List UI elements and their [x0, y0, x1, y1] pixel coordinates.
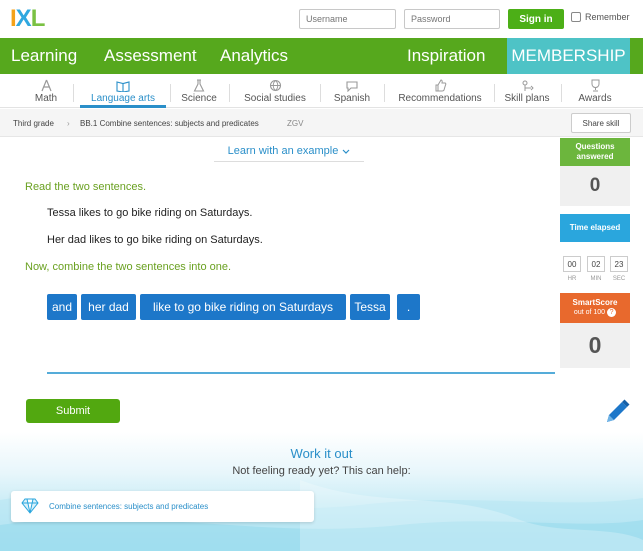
remember-label: Remember: [585, 12, 630, 22]
sentence-two: Her dad likes to go bike riding on Satur…: [47, 234, 263, 246]
time-seconds-unit: SEC: [612, 276, 626, 282]
globe-icon: [268, 79, 282, 92]
divider: [494, 84, 495, 102]
nav-analytics[interactable]: Analytics: [220, 38, 288, 74]
sign-in-button[interactable]: Sign in: [508, 9, 564, 29]
divider: [384, 84, 385, 102]
learn-with-example-toggle[interactable]: Learn with an example: [214, 140, 364, 162]
top-bar: IXL Sign in Remember: [0, 0, 643, 38]
pencil-icon[interactable]: [602, 397, 632, 427]
breadcrumb-grade[interactable]: Third grade: [13, 119, 54, 128]
nav-assessment[interactable]: Assessment: [104, 38, 197, 74]
word-tile[interactable]: .: [397, 294, 420, 320]
subject-nav: Math Language arts Science Social studie…: [0, 74, 643, 108]
time-hours-unit: HR: [567, 276, 577, 282]
word-tile[interactable]: her dad: [81, 294, 136, 320]
subject-recommendations[interactable]: Recommendations: [393, 74, 487, 108]
compass-icon: [39, 79, 53, 92]
work-it-out-title: Work it out: [290, 446, 353, 461]
divider: [170, 84, 171, 102]
share-skill-button[interactable]: Share skill: [571, 113, 631, 133]
questions-answered-panel: Questions answered 0: [560, 138, 630, 206]
checkbox-icon[interactable]: [571, 12, 581, 22]
smartscore-sub: out of 100?: [574, 308, 617, 318]
help-icon[interactable]: ?: [607, 308, 617, 317]
lesson-card[interactable]: Combine sentences: subjects and predicat…: [11, 491, 314, 522]
answer-drop-zone[interactable]: [47, 372, 555, 374]
remember-checkbox[interactable]: Remember: [571, 12, 630, 22]
subject-science[interactable]: Science: [177, 74, 221, 108]
time-minutes: 02: [587, 256, 605, 272]
breadcrumb-skill: BB.1 Combine sentences: subjects and pre…: [80, 119, 259, 128]
subject-skill-plans[interactable]: Skill plans: [500, 74, 554, 108]
nav-inspiration[interactable]: Inspiration: [407, 38, 485, 74]
smartscore-label: SmartScore: [572, 298, 618, 307]
divider: [320, 84, 321, 102]
work-it-out-subtitle: Not feeling ready yet? This can help:: [232, 465, 411, 477]
word-tile[interactable]: like to go bike riding on Saturdays: [140, 294, 346, 320]
subject-awards[interactable]: Awards: [576, 74, 614, 108]
questions-answered-label: Questions answered: [560, 138, 630, 166]
main-nav: Learning Assessment Analytics Inspiratio…: [0, 38, 643, 74]
ixl-logo[interactable]: IXL: [10, 7, 45, 31]
time-hours: 00: [563, 256, 581, 272]
nav-membership[interactable]: MEMBERSHIP: [507, 38, 630, 74]
speech-icon: [345, 79, 359, 92]
word-tile[interactable]: Tessa: [350, 294, 390, 320]
flask-icon: [192, 79, 206, 92]
divider: [73, 84, 74, 102]
smartscore-header[interactable]: SmartScore out of 100?: [560, 293, 630, 323]
chevron-right-icon: ›: [67, 119, 70, 128]
chevron-down-icon: [342, 145, 350, 157]
subject-spanish[interactable]: Spanish: [329, 74, 375, 108]
active-tab-indicator: [80, 105, 166, 108]
subject-language-arts[interactable]: Language arts: [84, 74, 162, 108]
nav-learning[interactable]: Learning: [11, 38, 77, 74]
instruction-combine: Now, combine the two sentences into one.: [25, 261, 232, 273]
word-tile[interactable]: and: [47, 294, 77, 320]
instruction-read: Read the two sentences.: [25, 181, 147, 193]
time-elapsed-label: Time elapsed: [560, 214, 630, 242]
time-elapsed-panel: Time elapsed: [560, 214, 630, 242]
time-seconds: 23: [610, 256, 628, 272]
smartscore-panel: SmartScore out of 100? 0: [560, 293, 630, 368]
learn-example-label: Learn with an example: [227, 144, 339, 157]
divider: [561, 84, 562, 102]
subject-social-studies[interactable]: Social studies: [238, 74, 312, 108]
thumbs-up-icon: [433, 79, 447, 92]
breadcrumb: Third grade › BB.1 Combine sentences: su…: [0, 109, 643, 137]
diamond-icon: [21, 498, 39, 514]
smartscore-value: 0: [560, 323, 630, 368]
book-icon: [116, 79, 130, 92]
skill-code: ZGV: [287, 119, 304, 128]
password-field[interactable]: [404, 9, 500, 29]
trophy-icon: [588, 79, 602, 92]
subject-math[interactable]: Math: [28, 74, 64, 108]
sentence-one: Tessa likes to go bike riding on Saturda…: [47, 207, 253, 219]
divider: [229, 84, 230, 102]
time-minutes-unit: MIN: [590, 276, 602, 282]
submit-button[interactable]: Submit: [26, 399, 120, 423]
plan-icon: [520, 79, 534, 92]
questions-answered-value: 0: [560, 166, 630, 206]
lesson-link[interactable]: Combine sentences: subjects and predicat…: [49, 502, 208, 511]
username-field[interactable]: [299, 9, 396, 29]
